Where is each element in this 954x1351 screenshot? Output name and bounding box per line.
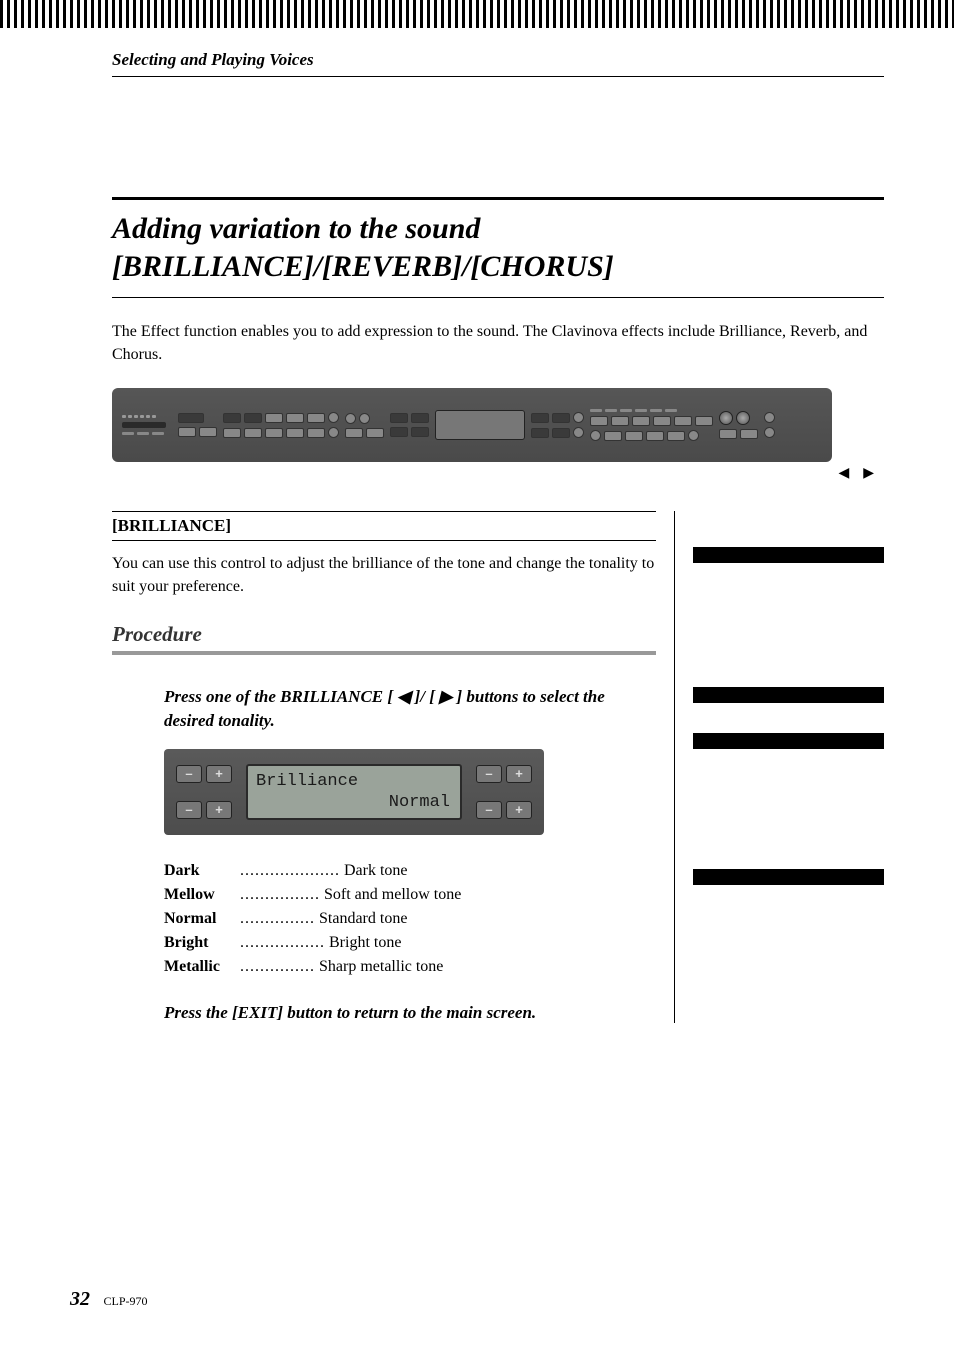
panel-callout-arrows: ◀ ▶ <box>154 464 874 481</box>
lcd-value-text: Normal <box>389 793 450 812</box>
plus-button: + <box>206 801 232 819</box>
redacted-bar <box>693 733 884 749</box>
tone-desc: Bright tone <box>329 931 401 955</box>
tone-row: Mellow................ Soft and mellow t… <box>164 883 656 907</box>
procedure-step-1: Press one of the BRILLIANCE [ ◀ ]/ [ ▶ ]… <box>164 685 646 733</box>
tone-list: Dark.................... Dark toneMellow… <box>164 859 656 979</box>
tone-row: Bright................. Bright tone <box>164 931 656 955</box>
tone-dots: ................ <box>240 883 320 907</box>
redacted-bar <box>693 869 884 885</box>
page-number: 32 <box>70 1288 90 1310</box>
right-arrow-icon: ▶ <box>863 464 874 481</box>
tone-row: Dark.................... Dark tone <box>164 859 656 883</box>
minus-button: – <box>476 801 502 819</box>
tone-row: Metallic............... Sharp metallic t… <box>164 955 656 979</box>
section-header: Selecting and Playing Voices <box>112 50 884 77</box>
lcd-screen: Brilliance Normal <box>246 764 462 820</box>
tone-name: Dark <box>164 859 236 883</box>
lcd-panel-illustration: – + – + Brilliance Normal – + <box>164 749 544 835</box>
tone-name: Mellow <box>164 883 236 907</box>
tone-dots: ............... <box>240 907 315 931</box>
model-name: CLP-970 <box>104 1294 148 1308</box>
minus-button: – <box>476 765 502 783</box>
plus-button: + <box>506 801 532 819</box>
tone-name: Normal <box>164 907 236 931</box>
tone-name: Bright <box>164 931 236 955</box>
tone-dots: ................. <box>240 931 325 955</box>
page-title: Adding variation to the sound [BRILLIANC… <box>112 197 884 298</box>
procedure-step-2: Press the [EXIT] button to return to the… <box>164 1003 656 1023</box>
title-line-1: Adding variation to the sound <box>112 212 480 245</box>
page-footer: 32 CLP-970 <box>70 1288 148 1311</box>
redacted-bar <box>693 547 884 563</box>
redacted-bar <box>693 687 884 703</box>
plus-button: + <box>506 765 532 783</box>
procedure-heading: Procedure <box>112 622 656 655</box>
tone-desc: Dark tone <box>344 859 408 883</box>
minus-button: – <box>176 801 202 819</box>
intro-paragraph: The Effect function enables you to add e… <box>112 320 884 366</box>
sidebar-notes <box>674 511 884 1022</box>
tone-row: Normal............... Standard tone <box>164 907 656 931</box>
tone-dots: ............... <box>240 955 315 979</box>
brilliance-heading: [BRILLIANCE] <box>112 511 656 541</box>
brilliance-description: You can use this control to adjust the b… <box>112 553 656 598</box>
plus-button: + <box>206 765 232 783</box>
minus-button: – <box>176 765 202 783</box>
instrument-panel-illustration <box>112 388 832 462</box>
tone-desc: Sharp metallic tone <box>319 955 443 979</box>
left-arrow-icon: ◀ <box>838 464 849 481</box>
barcode-strip <box>0 0 954 28</box>
title-line-2: [BRILLIANCE]/[REVERB]/[CHORUS] <box>112 250 614 283</box>
lcd-title-text: Brilliance <box>256 772 358 791</box>
tone-desc: Soft and mellow tone <box>324 883 461 907</box>
tone-dots: .................... <box>240 859 340 883</box>
tone-name: Metallic <box>164 955 236 979</box>
tone-desc: Standard tone <box>319 907 407 931</box>
